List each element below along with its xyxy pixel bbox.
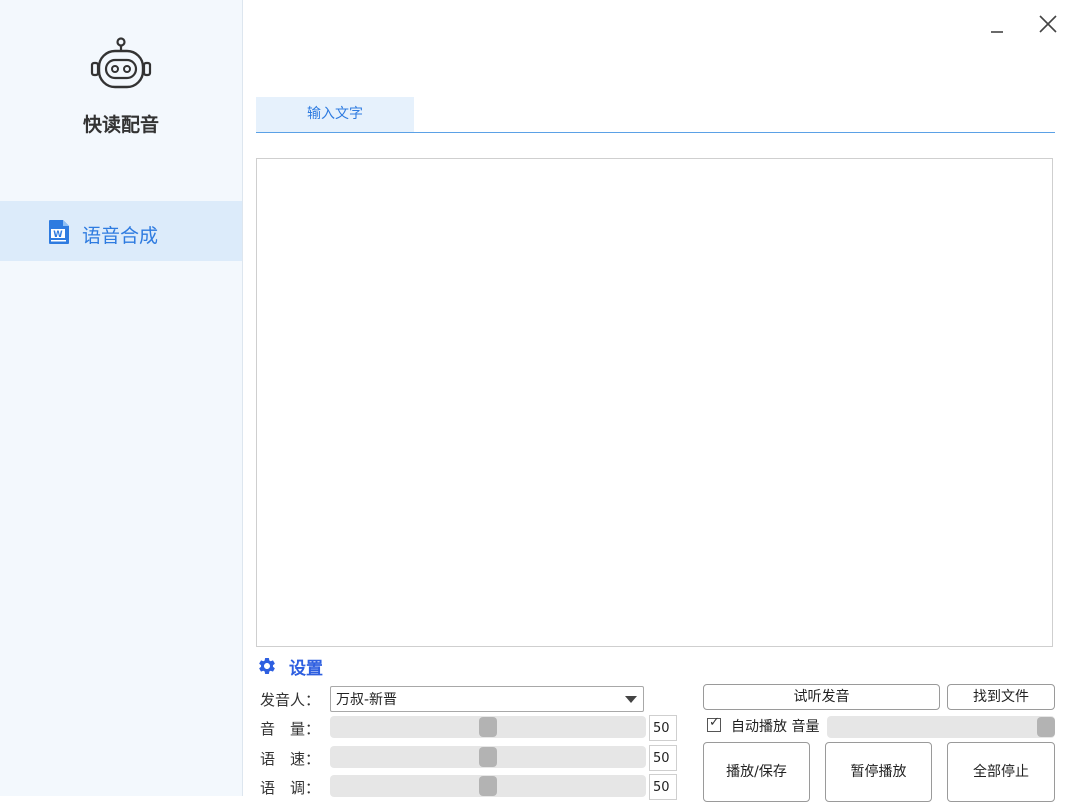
volume-value[interactable]: 50 [649,715,677,741]
playback-volume-label: 音量 [791,719,820,735]
pitch-slider-thumb[interactable] [479,776,497,796]
settings-title: 设置 [289,659,323,679]
word-document-icon: W [49,220,69,244]
preview-button[interactable]: 试听发音 [703,684,940,710]
pitch-slider[interactable] [330,775,646,797]
minimize-button[interactable] [983,10,1011,38]
speed-slider[interactable] [330,746,646,768]
find-file-button[interactable]: 找到文件 [947,684,1055,710]
sidebar-item-label: 语音合成 [82,225,159,247]
tab-input-text[interactable]: 输入文字 [256,97,414,132]
pause-button[interactable]: 暂停播放 [825,742,932,802]
minimize-icon [991,31,1003,33]
robot-icon [90,37,152,89]
playback-volume-slider[interactable] [827,716,1055,738]
sidebar-item-speech-synthesis[interactable]: W 语音合成 [0,201,242,261]
app-title: 快读配音 [82,114,159,136]
speed-label: 语 速： [260,750,321,768]
speed-slider-thumb[interactable] [479,747,497,767]
volume-slider-thumb[interactable] [479,717,497,737]
close-button[interactable] [1034,10,1062,38]
sidebar: 快读配音 W 语音合成 [0,0,243,796]
playback-volume-thumb[interactable] [1037,717,1055,737]
close-icon [1039,15,1057,33]
auto-play-checkbox[interactable]: ✓ [707,715,721,732]
svg-text:W: W [53,230,63,240]
speed-value[interactable]: 50 [649,745,677,771]
text-input-area[interactable] [256,158,1053,647]
speaker-select[interactable]: 万叔-新晋 [330,686,644,712]
tab-underline [256,132,1055,133]
speaker-value: 万叔-新晋 [336,692,398,708]
speaker-label: 发音人： [260,691,321,709]
stop-all-button[interactable]: 全部停止 [947,742,1055,802]
pitch-label: 语 调： [260,779,321,797]
play-save-button[interactable]: 播放/保存 [703,742,810,802]
volume-slider[interactable] [330,716,646,738]
pitch-value[interactable]: 50 [649,774,677,800]
chevron-down-icon [625,696,637,703]
gear-icon [259,658,275,674]
auto-play-label: 自动播放 音量 [731,719,820,735]
check-icon: ✓ [709,715,720,730]
volume-label: 音 量： [260,720,321,738]
